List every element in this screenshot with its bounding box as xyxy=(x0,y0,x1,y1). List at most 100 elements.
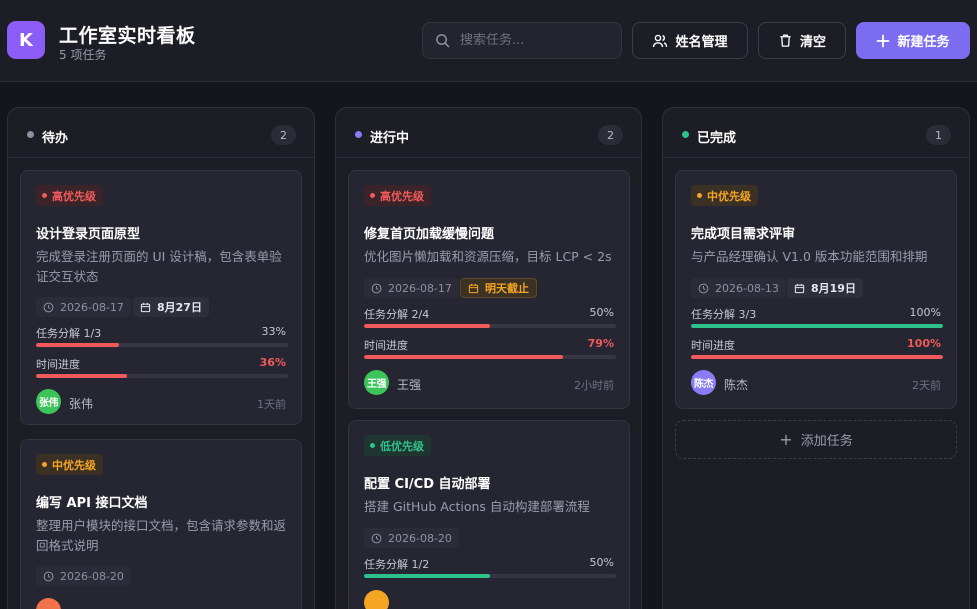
add-task-button[interactable]: + 添加任务 xyxy=(675,420,957,459)
task-card[interactable]: 低优先级 配置 CI/CD 自动部署 搭建 GitHub Actions 自动构… xyxy=(348,420,630,609)
time-progress-percent: 36% xyxy=(259,356,286,369)
trash-icon xyxy=(780,34,791,47)
task-title: 设计登录页面原型 xyxy=(36,227,141,242)
add-task-label: 添加任务 xyxy=(800,434,853,449)
column-todo: 待办 2 高优先级 设计登录页面原型 完成登录注册页面的 UI 设计稿，包含表单… xyxy=(7,107,315,609)
subtasks-percent: 50% xyxy=(589,556,614,569)
calendar-icon xyxy=(140,302,151,312)
page-title: 工作室实时看板 xyxy=(59,25,196,47)
avatar xyxy=(36,598,61,609)
task-card[interactable]: 中优先级 编写 API 接口文档 整理用户模块的接口文档，包含请求参数和返回格式… xyxy=(20,439,302,609)
time-progress-label: 时间进度 xyxy=(364,339,408,352)
clock-icon xyxy=(43,302,54,312)
column-count-badge: 2 xyxy=(271,125,296,145)
clock-icon xyxy=(698,283,709,293)
clock-icon xyxy=(371,283,382,293)
subtasks-label: 任务分解 1/2 xyxy=(364,558,430,571)
avatar: 陈杰 xyxy=(691,370,716,395)
assignee-name: 陈杰 xyxy=(724,378,749,392)
created-date-chip: 2026-08-17 xyxy=(364,278,459,298)
status-dot xyxy=(27,131,34,138)
assignee-name: 王强 xyxy=(397,378,422,392)
search-input[interactable] xyxy=(460,33,600,48)
task-description: 整理用户模块的接口文档，包含请求参数和返回格式说明 xyxy=(36,518,287,553)
time-progress-label: 时间进度 xyxy=(691,339,735,352)
column-title: 进行中 xyxy=(370,131,410,146)
task-count-subtitle: 5 项任务 xyxy=(59,48,107,62)
created-date-chip: 2026-08-20 xyxy=(36,566,131,586)
column-count-badge: 1 xyxy=(926,125,951,145)
plus-icon xyxy=(877,34,890,47)
updated-time: 1天前 xyxy=(257,398,286,411)
created-date-chip: 2026-08-20 xyxy=(364,528,459,548)
search-box[interactable] xyxy=(422,22,622,59)
task-card[interactable]: 高优先级 设计登录页面原型 完成登录注册页面的 UI 设计稿，包含表单验证交互状… xyxy=(20,170,302,425)
task-card[interactable]: 高优先级 修复首页加载缓慢问题 优化图片懒加载和资源压缩，目标 LCP < 2s… xyxy=(348,170,630,409)
app-logo: K xyxy=(7,21,45,59)
task-description: 搭建 GitHub Actions 自动构建部署流程 xyxy=(364,499,590,514)
column-title: 已完成 xyxy=(697,131,737,146)
task-description: 与产品经理确认 V1.0 版本功能范围和排期 xyxy=(691,249,928,264)
column-header: 待办 2 xyxy=(8,108,314,158)
time-progress-label: 时间进度 xyxy=(36,358,80,371)
new-task-label: 新建任务 xyxy=(897,35,950,50)
subtasks-label: 任务分解 1/3 xyxy=(36,327,102,340)
avatar: 王强 xyxy=(364,370,389,395)
task-title: 配置 CI/CD 自动部署 xyxy=(364,477,491,492)
time-progress-percent: 79% xyxy=(587,337,614,350)
new-task-button[interactable]: 新建任务 xyxy=(856,22,970,59)
priority-badge: 高优先级 xyxy=(36,185,103,206)
subtasks-progress-bar xyxy=(364,574,616,578)
task-card[interactable]: 中优先级 完成项目需求评审 与产品经理确认 V1.0 版本功能范围和排期 202… xyxy=(675,170,957,409)
users-icon xyxy=(653,34,668,47)
name-manage-button[interactable]: 姓名管理 xyxy=(632,22,748,59)
updated-time: 2天前 xyxy=(912,379,941,392)
time-progress-percent: 100% xyxy=(907,337,941,350)
priority-badge: 中优先级 xyxy=(691,185,758,206)
avatar xyxy=(364,590,389,609)
clock-icon xyxy=(371,533,382,543)
subtasks-percent: 100% xyxy=(909,306,941,319)
app-header: K 工作室实时看板 5 项任务 姓名管理 清空 新建任务 xyxy=(0,0,977,82)
time-progress-bar xyxy=(691,355,943,359)
due-warning-chip: 明天截止 xyxy=(460,278,537,298)
column-title: 待办 xyxy=(42,131,69,146)
subtasks-label: 任务分解 3/3 xyxy=(691,308,757,321)
calendar-icon xyxy=(794,283,805,293)
status-dot xyxy=(355,131,362,138)
column-header: 进行中 2 xyxy=(336,108,641,158)
subtasks-progress-bar xyxy=(691,324,943,328)
subtasks-percent: 50% xyxy=(589,306,614,319)
due-date-chip: 8月27日 xyxy=(133,297,209,317)
column-header: 已完成 1 xyxy=(663,108,969,158)
name-manage-label: 姓名管理 xyxy=(675,35,728,50)
subtasks-progress-bar xyxy=(36,343,288,347)
task-description: 完成登录注册页面的 UI 设计稿，包含表单验证交互状态 xyxy=(36,249,282,284)
clock-icon xyxy=(43,571,54,581)
clear-button[interactable]: 清空 xyxy=(758,22,846,59)
updated-time: 2小时前 xyxy=(574,379,614,392)
search-icon xyxy=(436,34,450,48)
time-progress-bar xyxy=(36,374,288,378)
priority-badge: 高优先级 xyxy=(364,185,431,206)
due-date-chip: 8月19日 xyxy=(787,278,863,298)
task-title: 编写 API 接口文档 xyxy=(36,496,148,511)
created-date-chip: 2026-08-13 xyxy=(691,278,786,298)
plus-icon: + xyxy=(779,430,793,449)
assignee-name: 张伟 xyxy=(69,397,94,411)
calendar-icon xyxy=(468,283,479,293)
clear-label: 清空 xyxy=(799,35,826,50)
column-count-badge: 2 xyxy=(598,125,623,145)
status-dot xyxy=(682,131,689,138)
task-description: 优化图片懒加载和资源压缩，目标 LCP < 2s xyxy=(364,249,612,264)
avatar: 张伟 xyxy=(36,389,61,414)
subtasks-progress-bar xyxy=(364,324,616,328)
column-in-progress: 进行中 2 高优先级 修复首页加载缓慢问题 优化图片懒加载和资源压缩，目标 LC… xyxy=(335,107,642,609)
priority-badge: 低优先级 xyxy=(364,435,431,456)
column-done: 已完成 1 中优先级 完成项目需求评审 与产品经理确认 V1.0 版本功能范围和… xyxy=(662,107,970,609)
subtasks-percent: 33% xyxy=(261,325,286,338)
task-title: 完成项目需求评审 xyxy=(691,227,796,242)
created-date-chip: 2026-08-17 xyxy=(36,297,131,317)
subtasks-label: 任务分解 2/4 xyxy=(364,308,430,321)
priority-badge: 中优先级 xyxy=(36,454,103,475)
